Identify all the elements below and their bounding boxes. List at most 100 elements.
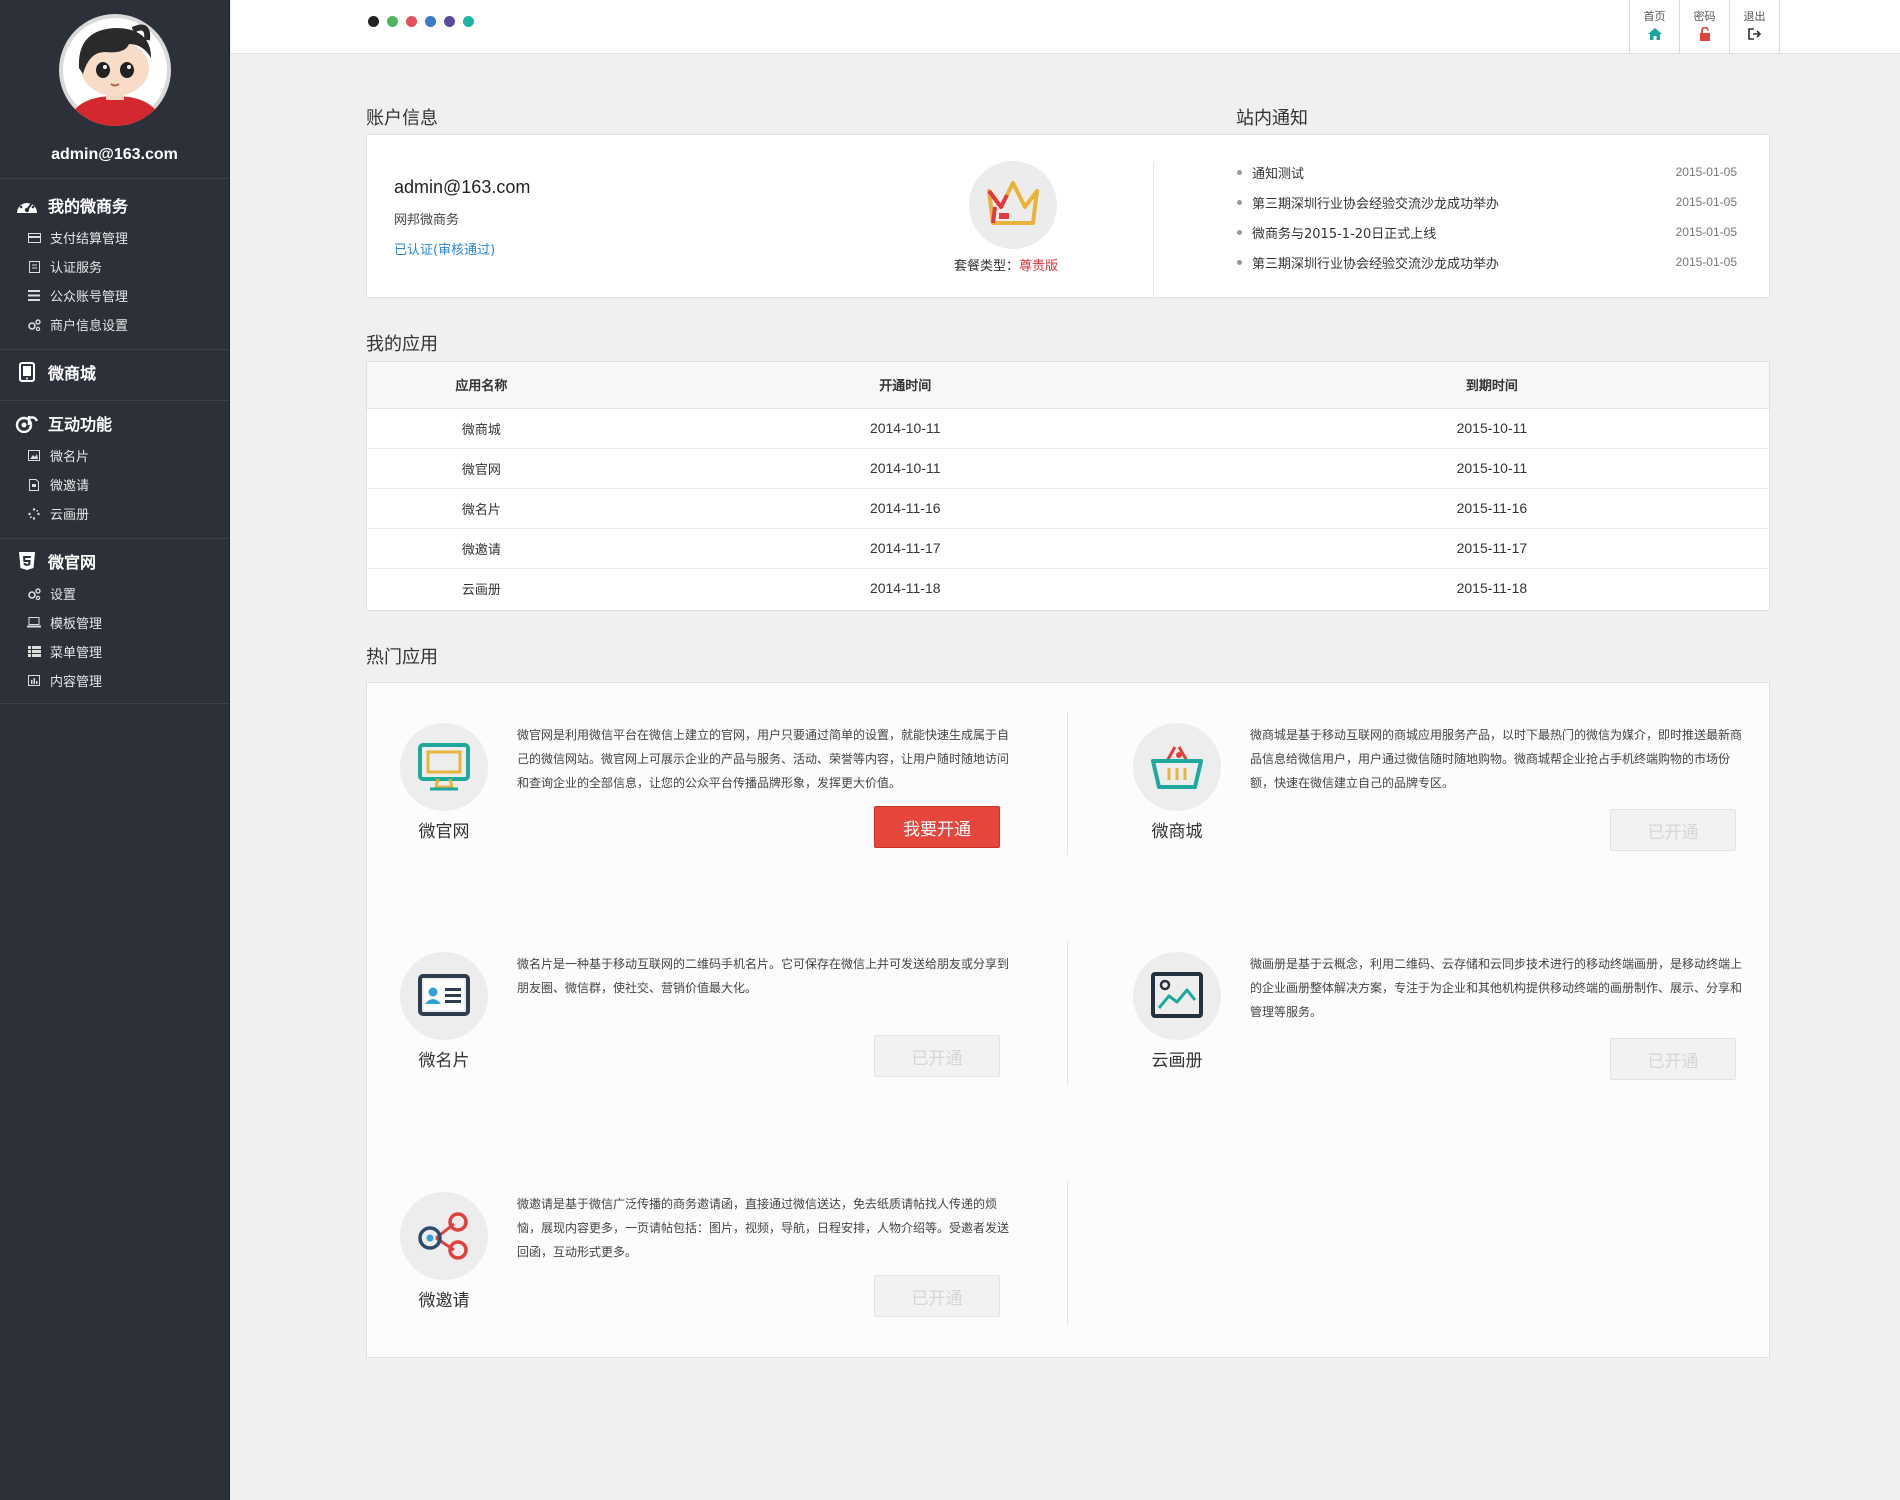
sidebar-item-label: 内容管理 (50, 675, 103, 690)
nav-password[interactable]: 密码 (1680, 0, 1730, 54)
sidebar-item-vcard[interactable]: 微名片 (0, 441, 229, 470)
spinner-icon (27, 507, 41, 520)
sidebar-item-content[interactable]: 内容管理 (0, 666, 229, 695)
account-panel: admin@163.com 网邦微商务 已认证(审核通过) 套餐类型：尊贵版 通… (366, 134, 1770, 299)
table-row[interactable]: 微官网 2014-10-11 2015-10-11 (367, 448, 1769, 489)
sidebar-group-website[interactable]: 微官网 (0, 539, 229, 579)
sidebar: admin@163.com 我的微商务 支付结算管理 认证服务 公众账号管理 商… (0, 0, 230, 1500)
cogs-icon (27, 587, 41, 600)
sidebar-item-invitation[interactable]: 微邀请 (0, 470, 229, 499)
sidebar-item-merchant-settings[interactable]: 商户信息设置 (0, 310, 229, 339)
document-icon (27, 260, 41, 273)
table-row[interactable]: 微邀请 2014-11-17 2015-11-17 (367, 528, 1769, 569)
opened-button[interactable]: 已开通 (1610, 809, 1736, 851)
notice-item[interactable]: 微商务与2015-1-20日正式上线 2015-01-05 (1237, 217, 1737, 247)
hot-app-card-website: 微官网 微官网是利用微信平台在微信上建立的官网，用户只要通过简单的设置，就能快速… (367, 683, 1067, 863)
top-bar: 首页 密码 退出 (231, 0, 1900, 54)
html5-icon (14, 550, 40, 572)
column-header: 应用名称 (367, 362, 596, 409)
sidebar-group-interactive[interactable]: 互动功能 (0, 401, 229, 441)
hot-app-name: 微商城 (1151, 822, 1203, 842)
hot-apps-section-title: 热门应用 (366, 647, 438, 668)
theme-dot-green[interactable] (387, 16, 398, 27)
cogs-icon (27, 318, 41, 331)
notice-date: 2015-01-05 (1675, 225, 1737, 239)
hot-app-name: 微名片 (418, 1051, 470, 1071)
hot-app-card-album: 云画册 微画册是基于云概念，利用二维码、云存储和云同步技术进行的移动终端画册，是… (1100, 912, 1800, 1092)
bullet (1237, 229, 1242, 235)
verify-status-link[interactable]: 已认证(审核通过) (394, 239, 495, 258)
nav-label: 退出 (1743, 10, 1766, 23)
column-header: 到期时间 (1214, 362, 1769, 409)
theme-dot-teal[interactable] (463, 16, 474, 27)
theme-dot-blue[interactable] (425, 16, 436, 27)
id-card-icon (400, 952, 488, 1040)
nav-home[interactable]: 首页 (1630, 0, 1680, 54)
theme-dot-purple[interactable] (444, 16, 455, 27)
notice-title: 通知测试 (1252, 166, 1305, 182)
my-apps-table: 应用名称 开通时间 到期时间 微商城 2014-10-11 2015-10-11 微… (367, 362, 1769, 608)
hot-app-name: 云画册 (1151, 1051, 1203, 1071)
start-date-cell: 2014-10-11 (595, 408, 1215, 449)
top-nav: 首页 密码 退出 (1629, 0, 1780, 54)
table-header-row: 应用名称 开通时间 到期时间 (367, 362, 1769, 409)
theme-dot-black[interactable] (368, 16, 379, 27)
opened-button[interactable]: 已开通 (874, 1275, 1000, 1317)
divider (1067, 941, 1068, 1085)
opened-button[interactable]: 已开通 (874, 1035, 1000, 1077)
theme-dot-red[interactable] (406, 16, 417, 27)
sidebar-group-label: 微官网 (48, 553, 97, 572)
sidebar-item-certification[interactable]: 认证服务 (0, 252, 229, 281)
sidebar-item-label: 菜单管理 (50, 646, 103, 661)
notice-item[interactable]: 第三期深圳行业协会经验交流沙龙成功举办 2015-01-05 (1237, 187, 1737, 217)
weibo-icon (14, 412, 40, 434)
sidebar-item-payment[interactable]: 支付结算管理 (0, 223, 229, 252)
start-date-cell: 2014-11-16 (595, 488, 1215, 529)
hot-app-desc: 微邀请是基于微信广泛传播的商务邀请函，直接通过微信送达，免去纸质请帖找人传递的烦… (517, 1197, 1010, 1259)
nav-logout[interactable]: 退出 (1730, 0, 1780, 54)
end-date-cell: 2015-11-17 (1214, 528, 1769, 569)
sidebar-item-menus[interactable]: 菜单管理 (0, 637, 229, 666)
notice-title: 第三期深圳行业协会经验交流沙龙成功举办 (1252, 196, 1500, 212)
table-row[interactable]: 微商城 2014-10-11 2015-10-11 (367, 408, 1769, 449)
sidebar-item-official-accounts[interactable]: 公众账号管理 (0, 281, 229, 310)
sidebar-group-mall[interactable]: 微商城 (0, 350, 229, 390)
package-type: 套餐类型：尊贵版 (954, 255, 1058, 274)
end-date-cell: 2015-10-11 (1214, 448, 1769, 489)
unlock-icon (1699, 27, 1711, 41)
notice-title: 第三期深圳行业协会经验交流沙龙成功举办 (1252, 256, 1500, 272)
opened-button[interactable]: 已开通 (1610, 1038, 1736, 1080)
notice-item[interactable]: 通知测试 2015-01-05 (1237, 157, 1737, 187)
notice-list: 通知测试 2015-01-05 第三期深圳行业协会经验交流沙龙成功举办 2015-0… (1237, 157, 1737, 277)
app-name-cell: 微名片 (367, 488, 596, 529)
shopping-basket-icon (1133, 723, 1221, 811)
my-apps-panel: 应用名称 开通时间 到期时间 微商城 2014-10-11 2015-10-11 微… (366, 361, 1770, 611)
sidebar-item-settings[interactable]: 设置 (0, 579, 229, 608)
sidebar-item-album[interactable]: 云画册 (0, 499, 229, 528)
table-row[interactable]: 微名片 2014-11-16 2015-11-16 (367, 488, 1769, 529)
divider (0, 703, 229, 704)
bullet (1237, 199, 1242, 205)
notice-date: 2015-01-05 (1675, 255, 1737, 269)
start-date-cell: 2014-10-11 (595, 448, 1215, 489)
hot-app-name: 微官网 (418, 822, 470, 842)
open-app-button[interactable]: 我要开通 (874, 806, 1000, 848)
notice-item[interactable]: 第三期深圳行业协会经验交流沙龙成功举办 2015-01-05 (1237, 247, 1737, 277)
app-name-cell: 微邀请 (367, 528, 596, 569)
sidebar-group-my-business[interactable]: 我的微商务 (0, 181, 229, 223)
hot-app-desc: 微名片是一种基于移动互联网的二维码手机名片。它可保存在微信上并可发送给朋友或分享… (517, 957, 1010, 995)
sidebar-item-label: 微名片 (50, 450, 90, 465)
hot-app-card-invitation: 微邀请 微邀请是基于微信广泛传播的商务邀请函，直接通过微信送达，免去纸质请帖找人… (367, 1152, 1067, 1332)
sidebar-item-label: 商户信息设置 (50, 319, 129, 334)
sidebar-item-label: 微邀请 (50, 479, 90, 494)
app-name-cell: 微商城 (367, 408, 596, 449)
sidebar-group-label: 微商城 (48, 364, 97, 383)
crown-icon (985, 177, 1041, 233)
sidebar-item-templates[interactable]: 模板管理 (0, 608, 229, 637)
tablet-icon (14, 361, 40, 383)
home-icon (1647, 27, 1662, 41)
start-date-cell: 2014-11-17 (595, 528, 1215, 569)
avatar[interactable] (58, 14, 171, 126)
sidebar-item-label: 支付结算管理 (50, 232, 129, 247)
table-row[interactable]: 云画册 2014-11-18 2015-11-18 (367, 568, 1769, 608)
